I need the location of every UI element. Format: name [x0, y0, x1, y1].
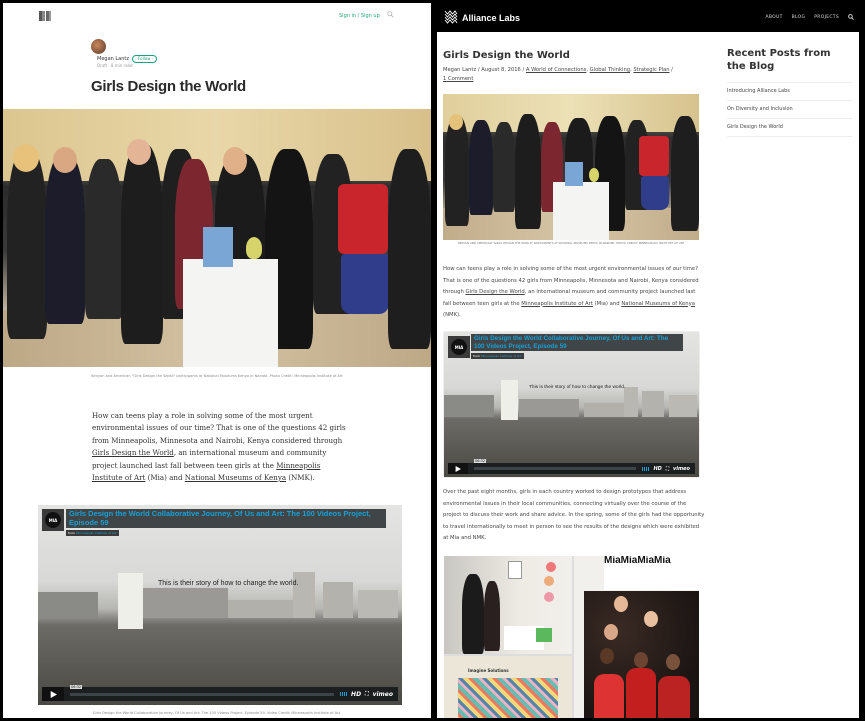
sidebar-title: Recent Posts from the Blog	[727, 48, 831, 72]
paragraph-text: (NMK).	[286, 473, 315, 483]
video-caption: Girls Design the World Collaborative Jou…	[92, 711, 342, 715]
author-name[interactable]: Megan Lantz	[97, 56, 129, 62]
channel-badge[interactable]: MIA	[42, 509, 64, 531]
channel-link[interactable]: Minneapolis Institute of Art	[76, 531, 117, 535]
collage-solutions-board-photo: Imagine Solutions	[444, 656, 572, 718]
video-time: 06:32	[70, 684, 83, 689]
play-button[interactable]	[448, 463, 468, 474]
vimeo-video-player[interactable]: MIA Girls Design the World Collaborative…	[38, 505, 402, 705]
from-label: from	[68, 531, 75, 535]
recent-post-link[interactable]: Introducing Alliance Labs	[727, 83, 852, 101]
video-from: from Minneapolis Institute of Art	[66, 530, 119, 536]
nav-projects[interactable]: PROJECTS	[814, 15, 839, 20]
follow-button[interactable]: Follow	[132, 55, 157, 63]
search-icon[interactable]	[848, 14, 854, 20]
video-title[interactable]: Girls Design the World Collaborative Jou…	[66, 509, 386, 528]
site-header: Alliance Labs ABOUT BLOG PROJECTS	[434, 3, 862, 32]
link-girls-design-the-world[interactable]: Girls Design the World	[466, 289, 525, 295]
sidebar-recent-posts: Recent Posts from the Blog Introducing A…	[727, 47, 852, 137]
play-button[interactable]	[42, 687, 64, 701]
channel-badge-text: MIA	[45, 512, 61, 528]
post-title: Girls Design the World	[443, 50, 570, 61]
category-link[interactable]: A World of Connections	[526, 67, 586, 73]
vimeo-video-player[interactable]: MIA Girls Design the World Collaborative…	[444, 332, 699, 477]
site-name: Alliance Labs	[462, 12, 521, 23]
hd-button[interactable]: HD	[653, 466, 661, 472]
link-girls-design-the-world[interactable]: Girls Design the World	[92, 448, 174, 457]
content-area: Girls Design the World Megan Lantz / Aug…	[437, 32, 859, 718]
fullscreen-icon[interactable]: ⛶	[666, 466, 669, 472]
avatar[interactable]	[91, 39, 106, 54]
video-progress-bar[interactable]: 06:32	[474, 459, 637, 470]
paragraph-text: (NMK).	[443, 312, 461, 318]
mia-wall-text: MiaMiaMiaMia	[604, 556, 699, 590]
photo-caption: KENYAN AND AMERICAN "GIRLS DESIGN THE WO…	[457, 241, 685, 245]
hd-button[interactable]: HD	[351, 691, 361, 698]
hero-photo	[3, 109, 431, 367]
video-progress-bar[interactable]: 06:32	[70, 684, 335, 696]
hero-caption: Kenyan and American "Girls Design the Wo…	[91, 374, 343, 378]
board-text: Imagine Solutions	[468, 668, 509, 673]
medium-article-panel: Sign in / Sign up Megan Lantz Follow Dra…	[3, 3, 431, 718]
post-photo	[443, 94, 699, 240]
vimeo-logo[interactable]: vimeo	[673, 466, 690, 472]
video-from: from Minneapolis Institute of Art	[471, 353, 524, 359]
volume-icon[interactable]	[642, 466, 650, 471]
post-paragraph-2: Over the past eight months, girls in eac…	[443, 489, 705, 541]
author-block: Megan Lantz Follow Draft · 8 min read	[91, 39, 157, 68]
link-minneapolis-institute-of-art[interactable]: Minneapolis Institute of Art	[521, 301, 593, 307]
play-icon	[455, 465, 461, 472]
recent-posts-list: Introducing Alliance Labs On Diversity a…	[727, 82, 852, 137]
nav-blog[interactable]: BLOG	[792, 15, 806, 20]
photo-collage: Imagine Solutions MiaMiaMiaMia	[444, 556, 699, 718]
paragraph-text: (Mia) and	[145, 473, 185, 483]
channel-badge[interactable]: MIA	[448, 336, 470, 358]
author-meta: Draft · 8 min read	[97, 63, 133, 68]
video-time: 06:32	[474, 459, 487, 463]
sign-in-link[interactable]: Sign in / Sign up	[339, 13, 380, 19]
nav-about[interactable]: ABOUT	[765, 15, 782, 20]
video-controls: 06:32 HD ⛶ vimeo	[42, 684, 398, 701]
post-date: August 8, 2016	[481, 67, 521, 73]
video-overlay-text: This is their story of how to change the…	[158, 580, 299, 587]
meta-separator: /	[669, 67, 673, 73]
video-controls: 06:32 HD ⛶ vimeo	[448, 459, 695, 474]
vimeo-logo[interactable]: vimeo	[373, 691, 393, 698]
link-national-museums-of-kenya[interactable]: National Museums of Kenya	[621, 301, 695, 307]
channel-badge-text: MIA	[451, 339, 467, 355]
article-paragraph: How can teens play a role in solving som…	[92, 410, 347, 484]
post-author[interactable]: Megan Lantz	[443, 67, 476, 73]
recent-post-link[interactable]: On Diversity and Inclusion	[727, 101, 852, 119]
paragraph-text: How can teens play a role in solving som…	[92, 411, 346, 445]
link-national-museums-of-kenya[interactable]: National Museums of Kenya	[185, 473, 286, 482]
recent-post-link[interactable]: Girls Design the World	[727, 119, 852, 137]
collage-gallery-photo	[444, 556, 572, 654]
video-title[interactable]: Girls Design the World Collaborative Jou…	[471, 334, 683, 351]
video-overlay-text: This is their story of how to change the…	[529, 385, 626, 390]
search-icon[interactable]	[387, 11, 394, 18]
play-icon	[50, 690, 57, 698]
alliance-labs-blog-panel: Alliance Labs ABOUT BLOG PROJECTS Girls …	[434, 3, 862, 718]
fullscreen-icon[interactable]: ⛶	[365, 691, 369, 697]
comments-link[interactable]: 1 Comment	[443, 76, 473, 82]
post-meta: Megan Lantz / August 8, 2016 / A World o…	[443, 67, 673, 82]
from-label: from	[473, 354, 480, 358]
post-paragraph-1: How can teens play a role in solving som…	[443, 264, 705, 322]
paragraph-text: (Mia) and	[592, 300, 622, 307]
medium-logo-icon[interactable]	[39, 11, 52, 21]
alliance-labs-logo-icon	[444, 10, 458, 24]
channel-link[interactable]: Minneapolis Institute of Art	[481, 354, 522, 358]
site-logo[interactable]: Alliance Labs	[444, 10, 520, 25]
category-link[interactable]: Strategic Plan	[633, 67, 669, 73]
main-nav: ABOUT BLOG PROJECTS	[765, 14, 854, 20]
collage-group-selfie-photo: MiaMiaMiaMia	[574, 556, 699, 718]
category-link[interactable]: Global Thinking	[590, 67, 630, 73]
article-title: Girls Design the World	[91, 78, 246, 95]
volume-icon[interactable]	[340, 692, 348, 696]
